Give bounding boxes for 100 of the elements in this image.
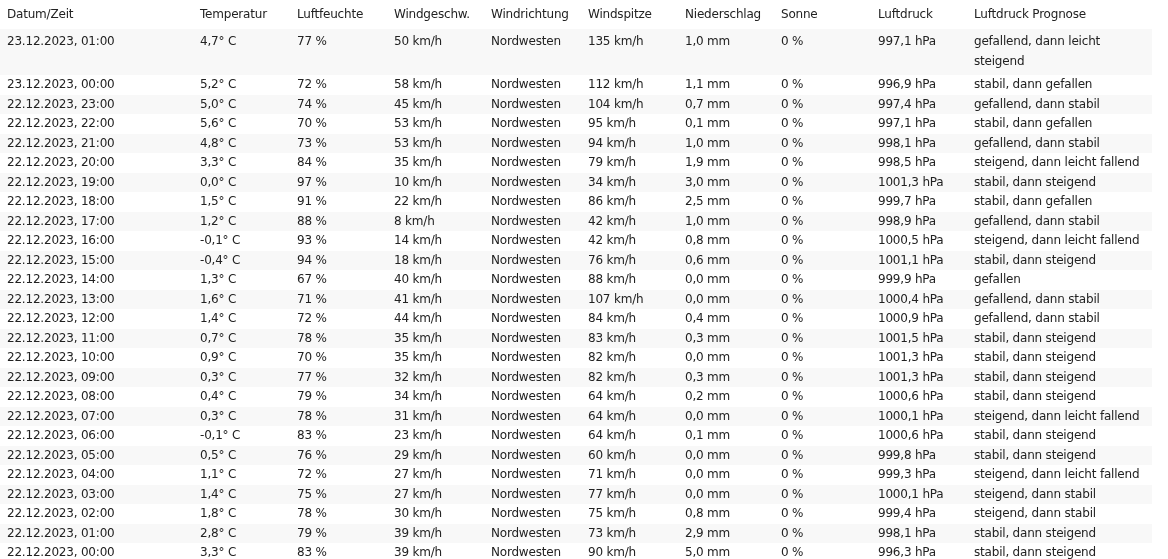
table-cell: 39 km/h: [387, 543, 484, 559]
table-cell: 10 km/h: [387, 172, 484, 192]
table-cell: Nordwesten: [484, 328, 581, 348]
table-cell: 1,4° C: [193, 484, 290, 504]
table-cell: 22.12.2023, 01:00: [0, 523, 193, 543]
table-cell: steigend, dann leicht fallend: [967, 406, 1152, 426]
table-cell: Nordwesten: [484, 29, 581, 75]
table-cell: 0,0 mm: [678, 406, 774, 426]
table-cell: 35 km/h: [387, 153, 484, 173]
table-cell: 73 %: [290, 133, 387, 153]
table-cell: 0,3 mm: [678, 328, 774, 348]
table-cell: 0,8 mm: [678, 504, 774, 524]
table-cell: 0,1 mm: [678, 426, 774, 446]
table-cell: Nordwesten: [484, 114, 581, 134]
table-cell: 0 %: [774, 484, 871, 504]
table-cell: 998,5 hPa: [871, 153, 967, 173]
table-cell: 35 km/h: [387, 328, 484, 348]
table-cell: 1,6° C: [193, 289, 290, 309]
table-cell: steigend, dann leicht fallend: [967, 231, 1152, 251]
table-cell: 1,1° C: [193, 465, 290, 485]
table-cell: gefallend, dann stabil: [967, 289, 1152, 309]
table-cell: 41 km/h: [387, 289, 484, 309]
table-cell: 84 %: [290, 153, 387, 173]
table-cell: 95 km/h: [581, 114, 678, 134]
table-cell: Nordwesten: [484, 406, 581, 426]
table-cell: 0,7 mm: [678, 94, 774, 114]
table-cell: 93 %: [290, 231, 387, 251]
table-cell: 0,7° C: [193, 328, 290, 348]
table-cell: 14 km/h: [387, 231, 484, 251]
table-cell: 0 %: [774, 172, 871, 192]
table-cell: steigend, dann leicht fallend: [967, 153, 1152, 173]
table-cell: 1,0 mm: [678, 133, 774, 153]
table-cell: 22.12.2023, 00:00: [0, 543, 193, 559]
table-cell: steigend, dann stabil: [967, 484, 1152, 504]
table-cell: 22.12.2023, 04:00: [0, 465, 193, 485]
table-cell: 0,0 mm: [678, 289, 774, 309]
table-cell: 0 %: [774, 543, 871, 559]
table-cell: stabil, dann gefallen: [967, 114, 1152, 134]
table-cell: 64 km/h: [581, 406, 678, 426]
table-cell: 79 km/h: [581, 153, 678, 173]
table-cell: 64 km/h: [581, 426, 678, 446]
table-cell: 73 km/h: [581, 523, 678, 543]
table-cell: 3,3° C: [193, 153, 290, 173]
table-cell: 2,8° C: [193, 523, 290, 543]
table-cell: 82 km/h: [581, 367, 678, 387]
table-cell: 84 km/h: [581, 309, 678, 329]
table-cell: 0 %: [774, 270, 871, 290]
table-cell: 18 km/h: [387, 250, 484, 270]
table-cell: 83 %: [290, 426, 387, 446]
table-cell: 5,2° C: [193, 75, 290, 95]
table-cell: 22.12.2023, 20:00: [0, 153, 193, 173]
table-cell: Nordwesten: [484, 153, 581, 173]
table-cell: 0 %: [774, 94, 871, 114]
table-cell: 0 %: [774, 231, 871, 251]
column-header: Sonne: [774, 0, 871, 29]
table-cell: 997,1 hPa: [871, 29, 967, 75]
table-cell: 70 %: [290, 114, 387, 134]
column-header: Windspitze: [581, 0, 678, 29]
table-cell: -0,4° C: [193, 250, 290, 270]
table-cell: 0,5° C: [193, 445, 290, 465]
table-cell: 0,0 mm: [678, 270, 774, 290]
table-cell: steigend, dann leicht fallend: [967, 465, 1152, 485]
table-cell: 71 %: [290, 289, 387, 309]
table-cell: 1001,3 hPa: [871, 367, 967, 387]
table-cell: Nordwesten: [484, 445, 581, 465]
table-cell: 0 %: [774, 153, 871, 173]
table-cell: 22.12.2023, 13:00: [0, 289, 193, 309]
table-cell: 104 km/h: [581, 94, 678, 114]
table-cell: stabil, dann steigend: [967, 445, 1152, 465]
table-cell: 22.12.2023, 03:00: [0, 484, 193, 504]
table-cell: Nordwesten: [484, 231, 581, 251]
table-cell: 0 %: [774, 465, 871, 485]
table-cell: stabil, dann steigend: [967, 543, 1152, 559]
table-cell: 23 km/h: [387, 426, 484, 446]
table-cell: 0 %: [774, 289, 871, 309]
table-cell: 44 km/h: [387, 309, 484, 329]
table-cell: 1000,1 hPa: [871, 406, 967, 426]
table-cell: 75 km/h: [581, 504, 678, 524]
table-cell: 72 %: [290, 309, 387, 329]
table-cell: 1,2° C: [193, 211, 290, 231]
table-cell: 40 km/h: [387, 270, 484, 290]
table-cell: 39 km/h: [387, 523, 484, 543]
table-cell: 90 km/h: [581, 543, 678, 559]
table-cell: 0,2 mm: [678, 387, 774, 407]
table-cell: 0 %: [774, 387, 871, 407]
table-cell: 0 %: [774, 309, 871, 329]
table-cell: stabil, dann steigend: [967, 523, 1152, 543]
table-cell: -0,1° C: [193, 426, 290, 446]
table-cell: 0,4 mm: [678, 309, 774, 329]
table-cell: Nordwesten: [484, 289, 581, 309]
table-cell: 1,1 mm: [678, 75, 774, 95]
table-cell: 1,5° C: [193, 192, 290, 212]
table-cell: 29 km/h: [387, 445, 484, 465]
table-cell: 86 km/h: [581, 192, 678, 212]
table-cell: 997,1 hPa: [871, 114, 967, 134]
table-cell: 35 km/h: [387, 348, 484, 368]
table-cell: 3,0 mm: [678, 172, 774, 192]
table-cell: stabil, dann steigend: [967, 426, 1152, 446]
column-header: Luftdruck: [871, 0, 967, 29]
table-cell: 58 km/h: [387, 75, 484, 95]
